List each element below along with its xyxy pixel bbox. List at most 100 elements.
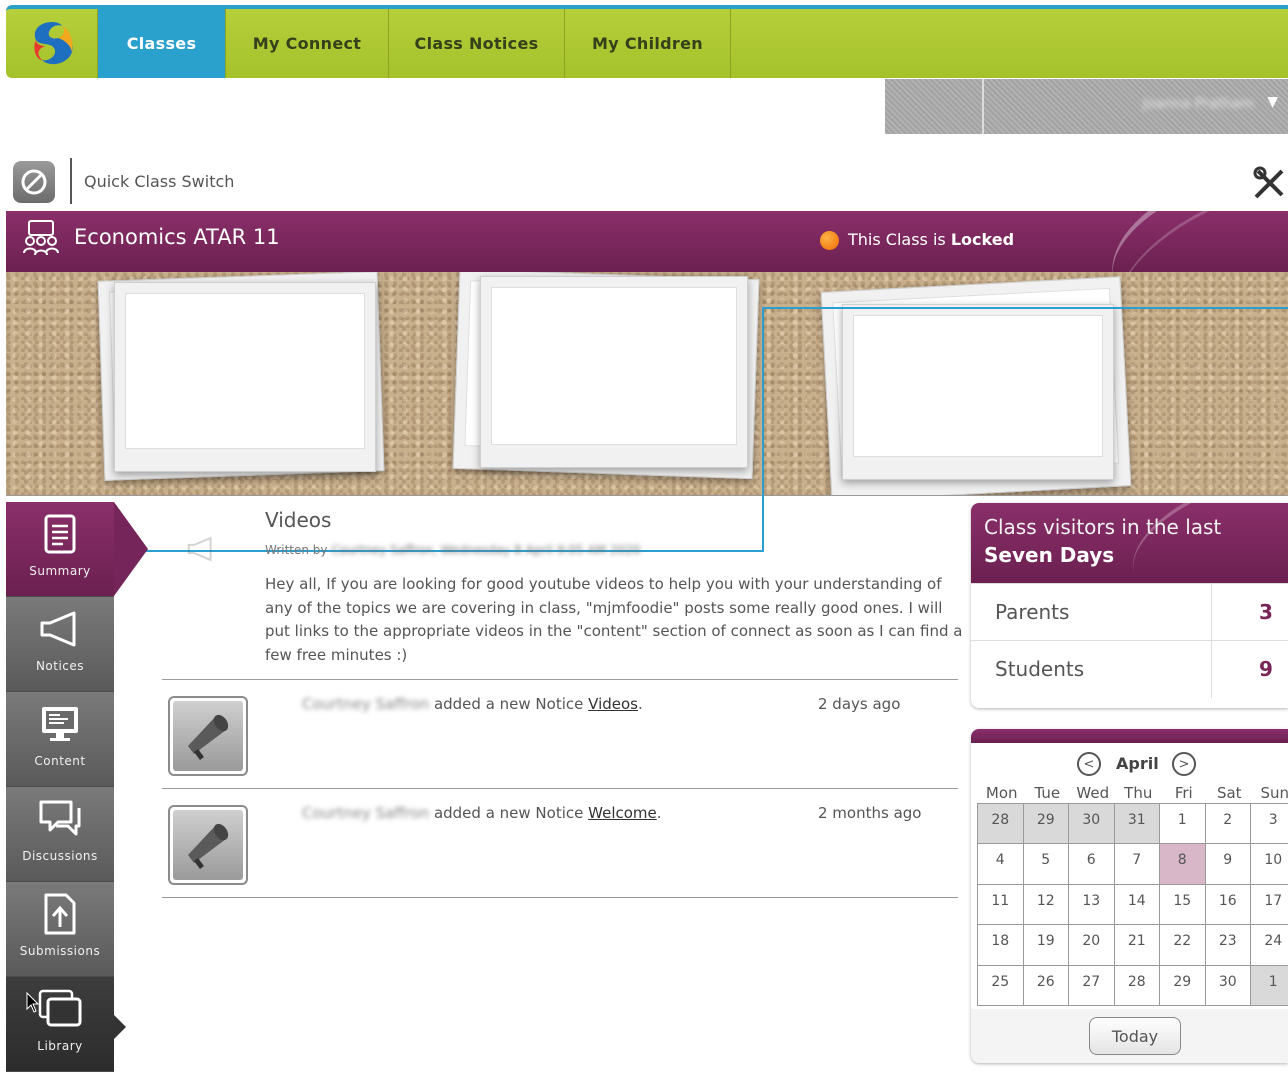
calendar-day[interactable]: 13 bbox=[1069, 884, 1115, 926]
calendar-day[interactable]: 31 bbox=[1114, 804, 1160, 845]
class-group-icon bbox=[20, 217, 62, 263]
calendar-day[interactable]: 25 bbox=[978, 965, 1024, 1006]
quick-switch-button[interactable] bbox=[13, 161, 55, 203]
calendar-day[interactable]: 20 bbox=[1069, 925, 1115, 966]
sidebar-item-label: Content bbox=[34, 754, 86, 768]
document-icon bbox=[43, 512, 77, 556]
calendar-day[interactable]: 3 bbox=[1251, 804, 1288, 845]
mouse-cursor-icon bbox=[26, 991, 40, 1018]
weekday-label: Fri bbox=[1174, 784, 1193, 802]
class-visitors-panel: Class visitors in the last Seven Days Pa… bbox=[971, 503, 1288, 708]
calendar-day[interactable]: 18 bbox=[978, 925, 1024, 966]
tab-my-children[interactable]: My Children bbox=[565, 9, 731, 78]
visitors-header: Class visitors in the last Seven Days bbox=[971, 503, 1288, 583]
today-button[interactable]: Today bbox=[1089, 1017, 1181, 1055]
photo-frame-1 bbox=[114, 282, 376, 472]
caret-down-icon: ▼ bbox=[1267, 94, 1278, 110]
sidebar-item-library[interactable]: Library bbox=[6, 977, 126, 1072]
app-logo[interactable] bbox=[6, 9, 98, 78]
activity-period: . bbox=[656, 804, 662, 822]
sidebar-item-discussions[interactable]: Discussions bbox=[6, 787, 114, 882]
visitors-row-label: Parents bbox=[995, 600, 1070, 624]
megaphone-icon bbox=[186, 536, 216, 566]
sidebar-item-label: Notices bbox=[35, 659, 85, 673]
sidebar-item-notices[interactable]: Notices bbox=[6, 597, 114, 692]
activity-link[interactable]: Welcome bbox=[588, 804, 657, 822]
calendar-grid: 28 29 30 31 1 2 3 4 5 6 7 8 9 10 11 12 13 14 15 16 17 18 19 20 2… bbox=[977, 803, 1288, 1006]
calendar-day[interactable]: 23 bbox=[1205, 925, 1251, 966]
calendar-day[interactable]: 9 bbox=[1205, 844, 1251, 885]
calendar-day[interactable]: 30 bbox=[1205, 965, 1251, 1006]
weekday-label: Mon bbox=[985, 784, 1018, 802]
class-header: Economics ATAR 11 This Class is Locked bbox=[6, 211, 1288, 272]
visitors-row-parents: Parents 3 bbox=[971, 583, 1288, 641]
calendar-day[interactable]: 6 bbox=[1069, 844, 1115, 885]
calendar-day[interactable]: 21 bbox=[1114, 925, 1160, 966]
calendar-day[interactable]: 26 bbox=[1023, 965, 1069, 1006]
weekday-label: Sat bbox=[1216, 784, 1242, 802]
calendar-day[interactable]: 22 bbox=[1160, 925, 1206, 966]
activity-timestamp: 2 days ago bbox=[818, 695, 901, 713]
refresh-icon bbox=[21, 169, 47, 195]
calendar-day[interactable]: 2 bbox=[1205, 804, 1251, 845]
top-nav: Classes My Connect Class Notices My Chil… bbox=[6, 5, 1288, 78]
calendar-day[interactable]: 14 bbox=[1114, 884, 1160, 926]
sidebar-item-submissions[interactable]: Submissions bbox=[6, 882, 114, 977]
user-menu[interactable]: Joanna Pratham ▼ bbox=[885, 79, 1288, 134]
calendar-day[interactable]: 7 bbox=[1114, 844, 1160, 885]
notice-body: Hey all, If you are looking for good you… bbox=[265, 575, 963, 664]
lock-state: Locked bbox=[950, 230, 1015, 249]
calendar-day[interactable]: 11 bbox=[978, 884, 1024, 926]
calendar-day[interactable]: 1 bbox=[1160, 804, 1206, 845]
calendar-day[interactable]: 17 bbox=[1251, 884, 1288, 926]
visitors-row-divider bbox=[1211, 641, 1212, 698]
tab-my-connect[interactable]: My Connect bbox=[226, 9, 389, 78]
lock-prefix: This Class is bbox=[848, 230, 951, 249]
upload-icon bbox=[42, 892, 78, 936]
weekday-label: Wed bbox=[1076, 784, 1110, 802]
calendar-day[interactable]: 10 bbox=[1251, 844, 1288, 885]
calendar-day[interactable]: 30 bbox=[1069, 804, 1115, 845]
calendar-day-today[interactable]: 8 bbox=[1160, 844, 1206, 885]
tab-class-notices[interactable]: Class Notices bbox=[389, 9, 565, 78]
user-name: Joanna Pratham bbox=[1142, 96, 1254, 112]
calendar-day[interactable]: 16 bbox=[1205, 884, 1251, 926]
activity-period: . bbox=[637, 695, 643, 713]
user-bar-divider bbox=[982, 79, 984, 134]
sidebar-item-content[interactable]: Content bbox=[6, 692, 114, 787]
chevron-left-icon[interactable]: < bbox=[1077, 752, 1101, 776]
calendar-day[interactable]: 28 bbox=[978, 804, 1024, 845]
activity-text: Courtney Saffron added a new Notice Welc… bbox=[302, 804, 662, 822]
photo-frame-inner bbox=[491, 287, 737, 445]
tab-classes[interactable]: Classes bbox=[98, 9, 226, 78]
calendar-day[interactable]: 28 bbox=[1114, 965, 1160, 1006]
calendar-day[interactable]: 19 bbox=[1023, 925, 1069, 966]
calendar-day[interactable]: 12 bbox=[1023, 884, 1069, 926]
monitor-icon bbox=[40, 702, 80, 746]
calendar-day[interactable]: 4 bbox=[978, 844, 1024, 885]
notice-thumbnail[interactable] bbox=[168, 805, 248, 885]
calendar-header-bar bbox=[971, 729, 1288, 743]
calendar-day[interactable]: 24 bbox=[1251, 925, 1288, 966]
activity-link[interactable]: Videos bbox=[588, 695, 638, 713]
photo-frame-2 bbox=[480, 276, 748, 468]
sidebar-item-label: Discussions bbox=[22, 849, 98, 863]
calendar-day[interactable]: 29 bbox=[1023, 804, 1069, 845]
calendar-day[interactable]: 1 bbox=[1251, 965, 1288, 1006]
photo-frame-inner bbox=[125, 293, 365, 449]
calendar-day[interactable]: 29 bbox=[1160, 965, 1206, 1006]
sidebar-item-summary[interactable]: Summary bbox=[6, 502, 148, 597]
calendar-day[interactable]: 5 bbox=[1023, 844, 1069, 885]
calendar-day[interactable]: 27 bbox=[1069, 965, 1115, 1006]
class-side-nav: Summary Notices Content Discussions Subm… bbox=[6, 502, 148, 1072]
notice-author: Courtney Saffron, Wednesday 8 April 9:05… bbox=[331, 543, 641, 557]
activity-action: added a new Notice bbox=[433, 804, 584, 822]
calendar-day[interactable]: 15 bbox=[1160, 884, 1206, 926]
tools-icon[interactable] bbox=[1252, 165, 1288, 205]
megaphone-icon bbox=[173, 810, 243, 880]
activity-row: Courtney Saffron added a new Notice Welc… bbox=[162, 789, 958, 898]
quick-switch-label[interactable]: Quick Class Switch bbox=[84, 172, 234, 191]
notice-thumbnail[interactable] bbox=[168, 696, 248, 776]
notice-title[interactable]: Videos bbox=[265, 508, 331, 532]
chevron-right-icon[interactable]: > bbox=[1172, 752, 1196, 776]
